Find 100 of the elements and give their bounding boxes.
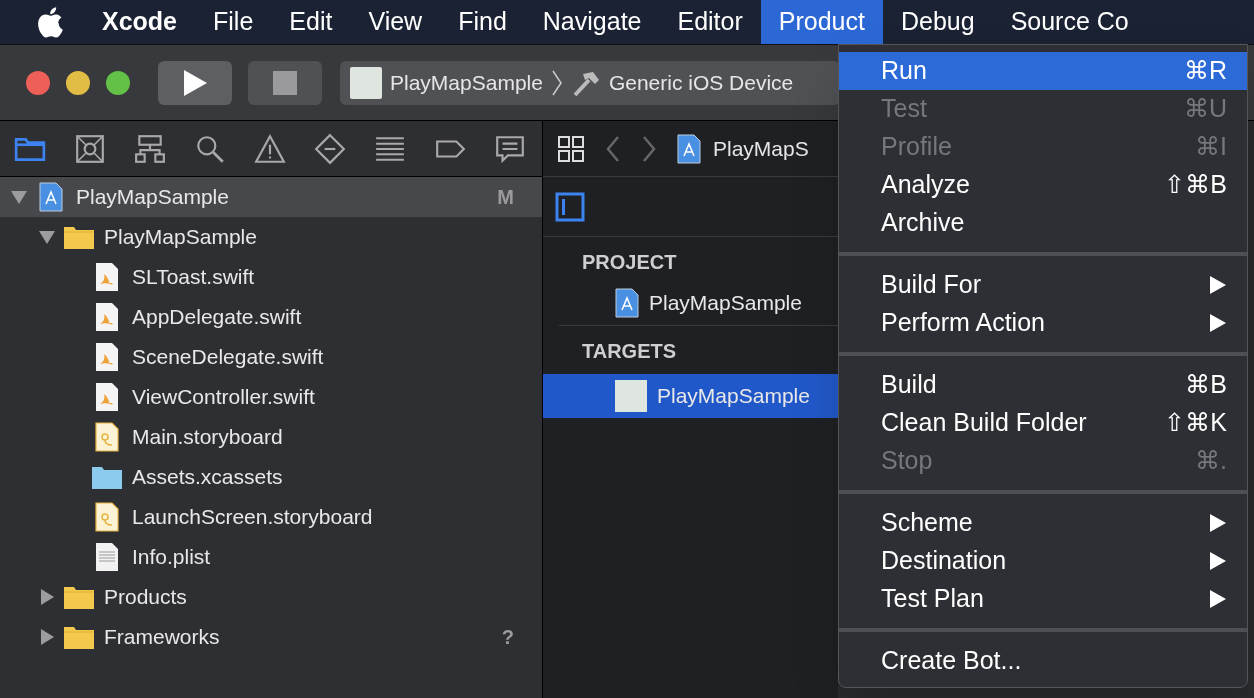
folder-icon	[63, 584, 95, 610]
menu-item[interactable]: Create Bot...	[839, 642, 1247, 680]
file-name: SLToast.swift	[132, 264, 256, 291]
scheme-selector[interactable]: PlayMapSample Generic iOS Device	[340, 60, 840, 105]
file-name: LaunchScreen.storyboard	[132, 504, 374, 531]
file-name: PlayMapSample	[76, 184, 230, 211]
target-name: PlayMapSample	[649, 290, 802, 317]
disclosure-triangle-icon[interactable]	[38, 229, 56, 245]
destination-name[interactable]: Generic iOS Device	[608, 66, 794, 99]
tree-row[interactable]: ViewController.swift	[0, 377, 542, 417]
tree-row[interactable]: Assets.xcassets	[0, 457, 542, 497]
menu-item[interactable]: Test Plan	[839, 580, 1247, 618]
tree-row[interactable]: AppDelegate.swift	[0, 297, 542, 337]
shortcut-label: ⌘B	[1185, 369, 1227, 401]
app-project-icon	[615, 288, 639, 318]
scheme-name[interactable]: PlayMapSample	[390, 66, 543, 99]
file-name: Info.plist	[132, 544, 212, 571]
tree-row[interactable]: PlayMapSample M	[0, 177, 542, 217]
breadcrumb-item[interactable]: PlayMapS	[713, 132, 809, 165]
menu-item-label: Archive	[881, 207, 966, 239]
shortcut-label: ⇧⌘B	[1164, 169, 1227, 201]
chevron-icon	[550, 69, 563, 96]
menu-item[interactable]: Scheme	[839, 504, 1247, 542]
grid-icon	[557, 134, 585, 163]
diamond-minus-icon[interactable]	[314, 132, 346, 165]
menu-item-label: Build For	[881, 269, 983, 301]
menu-item-label: Perform Action	[881, 307, 1046, 339]
app-project-icon	[39, 182, 63, 212]
menu-item[interactable]: Run ⌘R	[839, 52, 1247, 90]
menu-item[interactable]: Analyze ⇧⌘B	[839, 166, 1247, 204]
shortcut-label: ⌘R	[1183, 55, 1227, 87]
menu-item[interactable]: Destination	[839, 542, 1247, 580]
section-header: TARGETS	[581, 339, 678, 364]
shortcut-label: ⌘.	[1195, 445, 1227, 477]
menu-item[interactable]: Clean Build Folder ⇧⌘K	[839, 404, 1247, 442]
storyboard-file-icon	[95, 502, 119, 532]
menu-bar-item[interactable]: Navigate	[524, 0, 660, 44]
shortcut-label: ⇧⌘K	[1164, 407, 1227, 439]
disclosure-triangle-icon[interactable]	[10, 189, 28, 205]
menu-item-label: Create Bot...	[881, 645, 1023, 677]
square-x-icon[interactable]	[74, 132, 106, 165]
run-button[interactable]	[158, 60, 232, 105]
tree-row[interactable]: SceneDelegate.swift	[0, 337, 542, 377]
menu-item-label: Profile	[881, 131, 953, 163]
file-name: Frameworks	[104, 624, 221, 651]
menu-bar-item[interactable]: Xcode	[84, 0, 196, 44]
app-project-icon	[677, 133, 701, 164]
menu-bar-item[interactable]: Source Co	[992, 0, 1147, 44]
swift-file-icon	[95, 302, 119, 332]
menu-bar-item[interactable]: Debug	[882, 0, 993, 44]
close-button[interactable]	[26, 70, 50, 95]
menu-bar-item[interactable]: Edit	[271, 0, 351, 44]
shortcut-label: ⌘U	[1183, 93, 1227, 125]
tree-row[interactable]: Main.storyboard	[0, 417, 542, 457]
tree-row[interactable]: Info.plist	[0, 537, 542, 577]
menu-bar-item[interactable]: Product	[760, 0, 883, 44]
disclosure-triangle-icon[interactable]	[38, 588, 56, 606]
folder-icon	[63, 624, 95, 650]
file-name: Assets.xcassets	[132, 464, 284, 491]
plist-file-icon	[95, 542, 119, 572]
menu-bar-item[interactable]: File	[195, 0, 272, 44]
menu-item[interactable]: Build ⌘B	[839, 366, 1247, 404]
menu-item[interactable]: Archive	[839, 204, 1247, 242]
zoom-button[interactable]	[106, 70, 130, 95]
hierarchy-icon[interactable]	[134, 132, 166, 165]
stop-button[interactable]	[248, 60, 322, 105]
tree-row[interactable]: Frameworks ?	[0, 617, 542, 657]
stop-icon	[273, 70, 297, 95]
file-name: Main.storyboard	[132, 424, 284, 451]
status-label: M	[497, 185, 514, 210]
menu-bar-item[interactable]: View	[350, 0, 441, 44]
map-thumbnail-icon	[350, 66, 382, 99]
map-thumbnail-icon	[615, 380, 647, 412]
target-row[interactable]: PlayMapSample	[543, 281, 838, 325]
menu-item[interactable]: Build For	[839, 266, 1247, 304]
menu-bar-item[interactable]: Find	[440, 0, 525, 44]
disclosure-triangle-icon[interactable]	[38, 628, 56, 646]
file-name: AppDelegate.swift	[132, 304, 303, 331]
swift-file-icon	[95, 262, 119, 292]
menu-item-label: Test	[881, 93, 928, 125]
sidebar-toggle-icon	[555, 191, 585, 222]
swift-file-icon	[95, 382, 119, 412]
target-row[interactable]: PlayMapSample	[543, 374, 838, 418]
file-name: Products	[104, 584, 188, 611]
menu-bar-item[interactable]: Editor	[659, 0, 761, 44]
menu-item-label: Analyze	[881, 169, 971, 201]
storyboard-file-icon	[95, 422, 119, 452]
warning-icon[interactable]	[254, 132, 286, 165]
menu-item-label: Stop	[881, 445, 934, 477]
swift-file-icon	[95, 342, 119, 372]
tree-row[interactable]: PlayMapSample	[0, 217, 542, 257]
tree-row[interactable]: LaunchScreen.storyboard	[0, 497, 542, 537]
minimize-button[interactable]	[66, 70, 90, 95]
target-name: PlayMapSample	[657, 383, 810, 410]
tree-row[interactable]: Products	[0, 577, 542, 617]
menu-item[interactable]: Perform Action	[839, 304, 1247, 342]
tree-row[interactable]: SLToast.swift	[0, 257, 542, 297]
section-header: PROJECT	[581, 250, 678, 275]
menu-item-label: Test Plan	[881, 583, 985, 615]
menu-item-label: Build	[881, 369, 938, 401]
